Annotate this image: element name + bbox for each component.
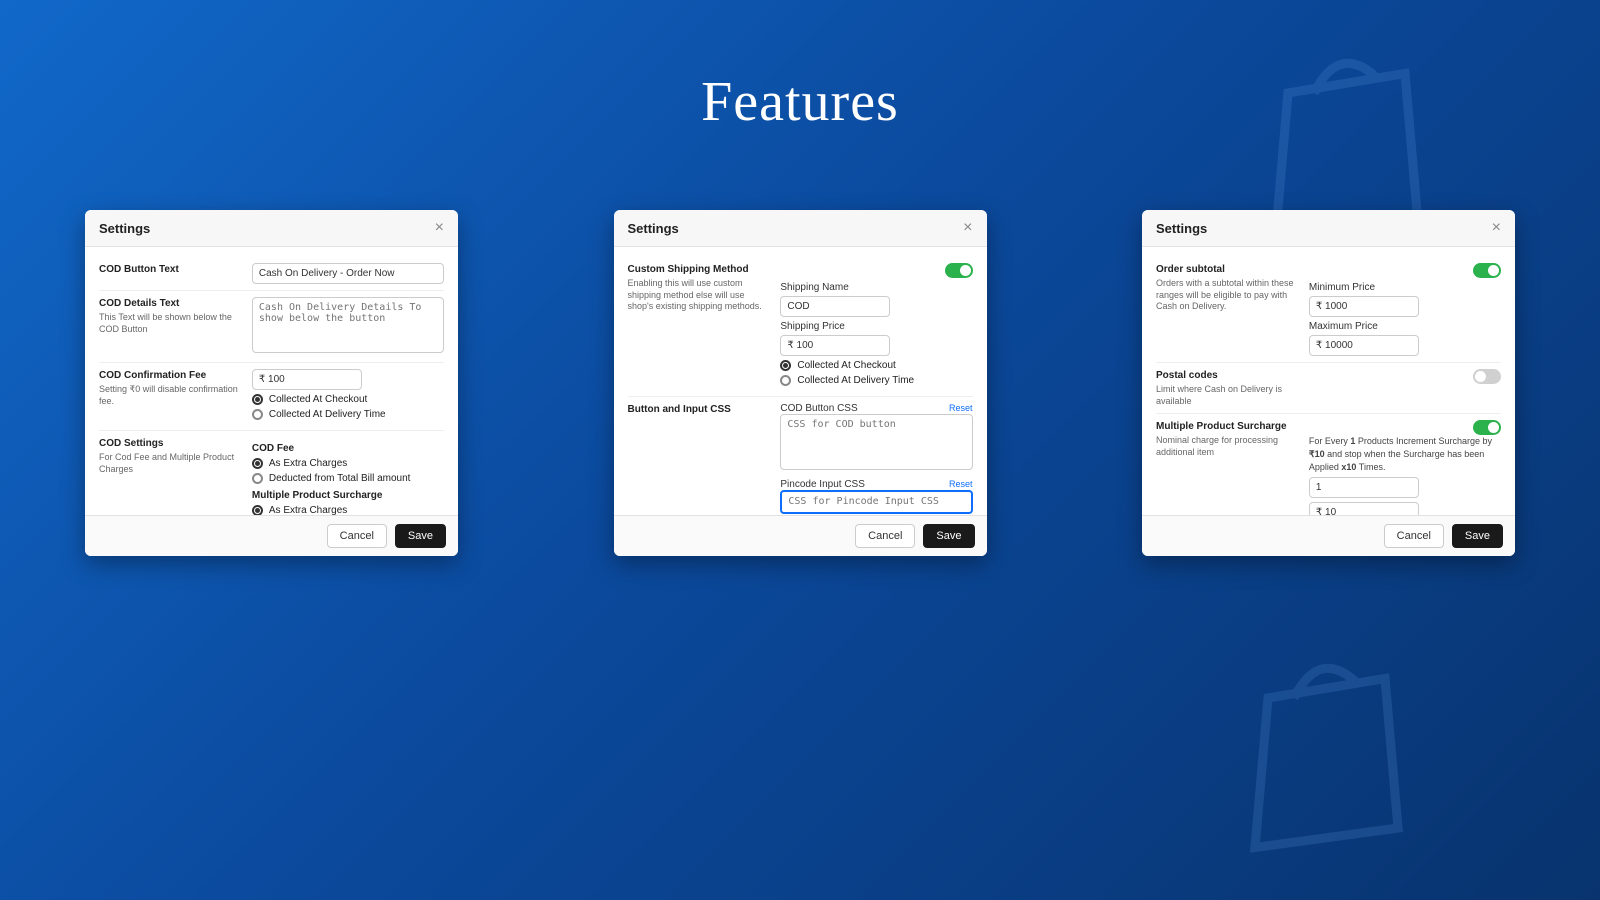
postal-codes-toggle[interactable] (1473, 369, 1501, 384)
multi-surcharge-sub-3: Nominal charge for processing additional… (1156, 435, 1301, 458)
custom-shipping-label: Custom Shipping Method (628, 263, 773, 276)
min-price-input[interactable] (1309, 296, 1419, 317)
page-title: Features (0, 70, 1600, 134)
order-subtotal-toggle[interactable] (1473, 263, 1501, 278)
surcharge-description: For Every 1 Products Increment Surcharge… (1309, 435, 1501, 473)
panel-header: Settings × (85, 210, 458, 247)
close-icon[interactable]: × (963, 220, 972, 236)
panel-title: Settings (1156, 221, 1207, 236)
radio-collected-checkout[interactable]: Collected At Checkout (252, 394, 444, 405)
cancel-button[interactable]: Cancel (1384, 524, 1444, 548)
postal-codes-label: Postal codes (1156, 369, 1301, 382)
cod-details-sub: This Text will be shown below the COD Bu… (99, 312, 244, 335)
panel-title: Settings (628, 221, 679, 236)
shipping-name-input[interactable] (780, 296, 890, 317)
shipping-price-input[interactable] (780, 335, 890, 356)
surcharge-step-input[interactable] (1309, 477, 1419, 498)
cod-details-label: COD Details Text (99, 297, 244, 310)
custom-shipping-sub: Enabling this will use custom shipping m… (628, 278, 773, 313)
settings-panel-2: Settings × Custom Shipping Method Enabli… (614, 210, 987, 556)
button-css-section-label: Button and Input CSS (628, 403, 773, 416)
radio-collected-checkout-2[interactable]: Collected At Checkout (780, 360, 972, 371)
multi-surcharge-label-3: Multiple Product Surcharge (1156, 420, 1301, 433)
cod-confirm-fee-label: COD Confirmation Fee (99, 369, 244, 382)
max-price-input[interactable] (1309, 335, 1419, 356)
close-icon[interactable]: × (1492, 220, 1501, 236)
cancel-button[interactable]: Cancel (327, 524, 387, 548)
save-button[interactable]: Save (395, 524, 446, 548)
reset-link-1[interactable]: Reset (949, 403, 973, 413)
save-button[interactable]: Save (923, 524, 974, 548)
radio-extra-charges-2[interactable]: As Extra Charges (252, 505, 444, 515)
cancel-button[interactable]: Cancel (855, 524, 915, 548)
cod-button-css-textarea[interactable] (780, 414, 972, 470)
custom-shipping-toggle[interactable] (945, 263, 973, 278)
cod-settings-label: COD Settings (99, 437, 244, 450)
panel-header: Settings × (1142, 210, 1515, 247)
order-subtotal-label: Order subtotal (1156, 263, 1301, 276)
radio-extra-charges-1[interactable]: As Extra Charges (252, 458, 444, 469)
surcharge-amount-input[interactable] (1309, 502, 1419, 515)
shipping-price-label: Shipping Price (780, 321, 972, 332)
settings-panel-3: Settings × Order subtotal Orders with a … (1142, 210, 1515, 556)
cod-confirm-fee-sub: Setting ₹0 will disable confirmation fee… (99, 384, 244, 407)
radio-collected-delivery-2[interactable]: Collected At Delivery Time (780, 375, 972, 386)
radio-deducted-1[interactable]: Deducted from Total Bill amount (252, 473, 444, 484)
cod-button-text-input[interactable] (252, 263, 444, 284)
min-price-label: Minimum Price (1309, 282, 1501, 293)
cod-settings-sub: For Cod Fee and Multiple Product Charges (99, 452, 244, 475)
pincode-css-label: Pincode Input CSS (780, 479, 865, 490)
close-icon[interactable]: × (435, 220, 444, 236)
cod-confirm-fee-input[interactable] (252, 369, 362, 390)
postal-codes-sub: Limit where Cash on Delivery is availabl… (1156, 384, 1301, 407)
radio-collected-delivery[interactable]: Collected At Delivery Time (252, 409, 444, 420)
save-button[interactable]: Save (1452, 524, 1503, 548)
decorative-bag-bottom (1190, 620, 1450, 880)
multi-surcharge-toggle[interactable] (1473, 420, 1501, 435)
order-subtotal-sub: Orders with a subtotal within these rang… (1156, 278, 1301, 313)
panel-title: Settings (99, 221, 150, 236)
multi-surcharge-label: Multiple Product Surcharge (252, 490, 444, 501)
settings-panel-1: Settings × COD Button Text COD Details T… (85, 210, 458, 556)
shipping-name-label: Shipping Name (780, 282, 972, 293)
cod-fee-label: COD Fee (252, 443, 444, 454)
cod-button-text-label: COD Button Text (99, 263, 244, 276)
panel-header: Settings × (614, 210, 987, 247)
pincode-css-textarea[interactable] (780, 490, 972, 514)
cod-details-textarea[interactable] (252, 297, 444, 353)
max-price-label: Maximum Price (1309, 321, 1501, 332)
reset-link-2[interactable]: Reset (949, 479, 973, 489)
cod-button-css-label: COD Button CSS (780, 403, 857, 414)
